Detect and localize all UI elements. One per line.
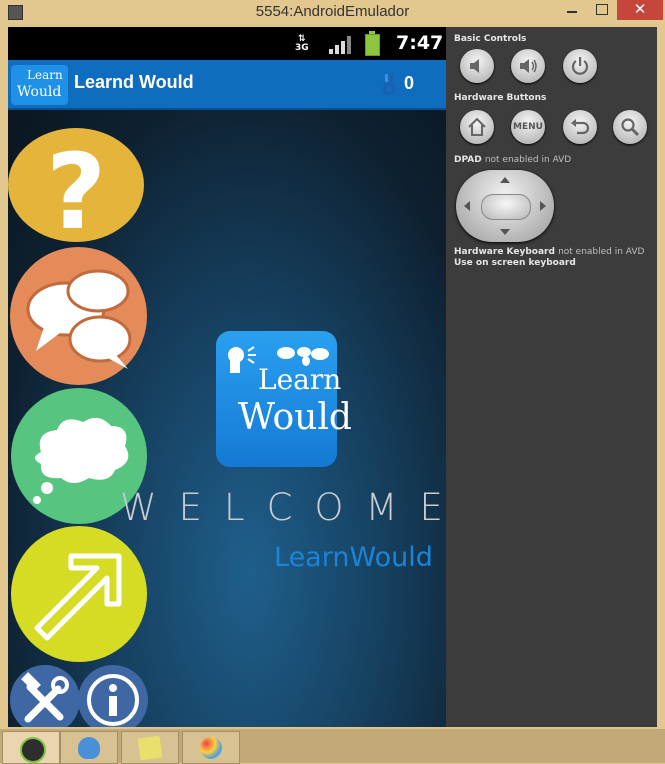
power-button[interactable] [563,49,597,83]
network-indicator: ⇅ 3G [295,35,309,53]
basic-controls-heading: Basic Controls [454,34,527,44]
battery-icon [365,31,380,56]
menu-button[interactable]: MENU [511,110,545,144]
window-frame-right [657,24,665,729]
volume-up-button[interactable] [511,49,545,83]
home-button[interactable] [460,110,494,144]
volume-up-icon [520,59,537,73]
status-time: 7:47 [396,32,444,54]
dpad-down-icon [500,229,510,235]
dpad-center-button[interactable] [481,194,531,220]
logo-word-would: Would [238,397,352,438]
taskbar-item-terminal[interactable] [2,731,60,764]
emulator-app-icon [78,737,100,759]
minimize-button[interactable] [558,0,586,20]
status-bar: ⇅ 3G 7:47 [8,27,446,60]
info-icon [87,674,139,726]
question-mark-icon: ? [46,131,106,242]
keyboard-note: not enabled in AVD [558,247,645,257]
taskbar-item-sticky-notes[interactable] [121,731,179,764]
taskbar-item-emulator[interactable] [60,731,118,764]
action-bar: Learn Would Learnd Would 0 [8,60,446,110]
dpad-note: not enabled in AVD [484,155,572,165]
window-titlebar: 5554:AndroidEmulador ✕ [0,0,665,24]
keyboard-label: Hardware Keyboard [454,247,555,257]
signal-icon [329,36,351,54]
dpad-label: DPAD [454,155,482,165]
back-button[interactable] [563,110,597,144]
medal-icon [382,74,396,96]
keyboard-heading: Hardware Keyboard not enabled in AVD [454,247,644,257]
learnwould-logo: Learn Would [216,331,352,467]
screen-keyboard-text: Use on screen keyboard [454,258,576,268]
dpad-right-icon [540,201,546,211]
medal-count: 0 [404,73,415,93]
emulator-control-panel: Basic Controls Hardware Buttons MENU DPA… [446,27,657,727]
window-frame-left [0,24,8,729]
logo-word-learn: Learn [27,68,63,82]
search-icon [621,118,640,137]
close-button[interactable]: ✕ [617,0,663,20]
settings-button[interactable] [10,665,80,727]
taskbar-item-paint[interactable] [182,731,240,764]
app-subtitle: LearnWould [274,542,433,573]
sticky-notes-icon [137,735,163,761]
search-button[interactable] [613,110,647,144]
app-title: Learnd Would [74,72,194,92]
volume-down-icon [470,59,479,73]
info-button[interactable] [78,665,148,727]
dpad-heading: DPAD not enabled in AVD [454,155,571,165]
quiz-button[interactable]: ? [8,128,144,242]
android-terminal-icon [20,737,46,763]
welcome-text: WELCOME [120,486,446,529]
continue-button[interactable] [11,526,147,662]
taskbar [0,729,665,764]
dpad-left-icon [464,201,470,211]
power-icon [571,57,589,75]
maximize-button[interactable] [588,0,616,20]
network-type: 3G [295,43,309,53]
back-icon [571,119,590,135]
paint-icon [200,737,222,759]
hardware-buttons-heading: Hardware Buttons [454,93,547,103]
emulator-screen: ⇅ 3G 7:47 Learn Would Learnd Would 0 ? L… [8,27,446,727]
arrow-up-right-icon [34,553,122,641]
dpad-up-icon [500,177,510,183]
main-content: ? Learn Would WELCOME LearnWould [8,110,446,727]
svg-text:?: ? [46,131,106,242]
app-logo[interactable]: Learn Would [11,65,68,105]
home-icon [468,117,486,136]
conversation-button[interactable] [10,247,147,385]
volume-down-button[interactable] [460,49,494,83]
logo-word-would: Would [17,84,62,100]
tools-icon [21,672,69,723]
speech-bubbles-icon [26,269,132,369]
logo-word-learn: Learn [258,363,342,396]
dpad-control[interactable] [456,170,554,242]
